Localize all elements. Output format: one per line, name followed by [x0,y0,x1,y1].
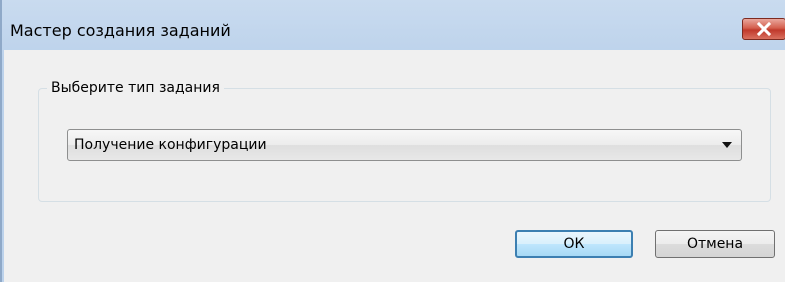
window-title: Мастер создания заданий [10,21,231,40]
title-bar[interactable]: Мастер создания заданий [2,0,785,44]
chevron-down-icon [722,142,732,148]
task-type-group: Выберите тип задания Получение конфигура… [38,79,771,202]
task-type-selected-value: Получение конфигурации [74,137,267,153]
close-button[interactable] [742,18,785,40]
ok-button[interactable]: ОК [515,230,633,258]
task-type-dropdown[interactable]: Получение конфигурации [67,129,742,161]
group-label: Выберите тип задания [47,79,224,97]
cancel-button[interactable]: Отмена [655,230,775,258]
dialog-body: Выберите тип задания Получение конфигура… [4,50,785,282]
dialog-window: Мастер создания заданий Выберите тип зад… [0,0,785,282]
close-icon [756,21,772,37]
